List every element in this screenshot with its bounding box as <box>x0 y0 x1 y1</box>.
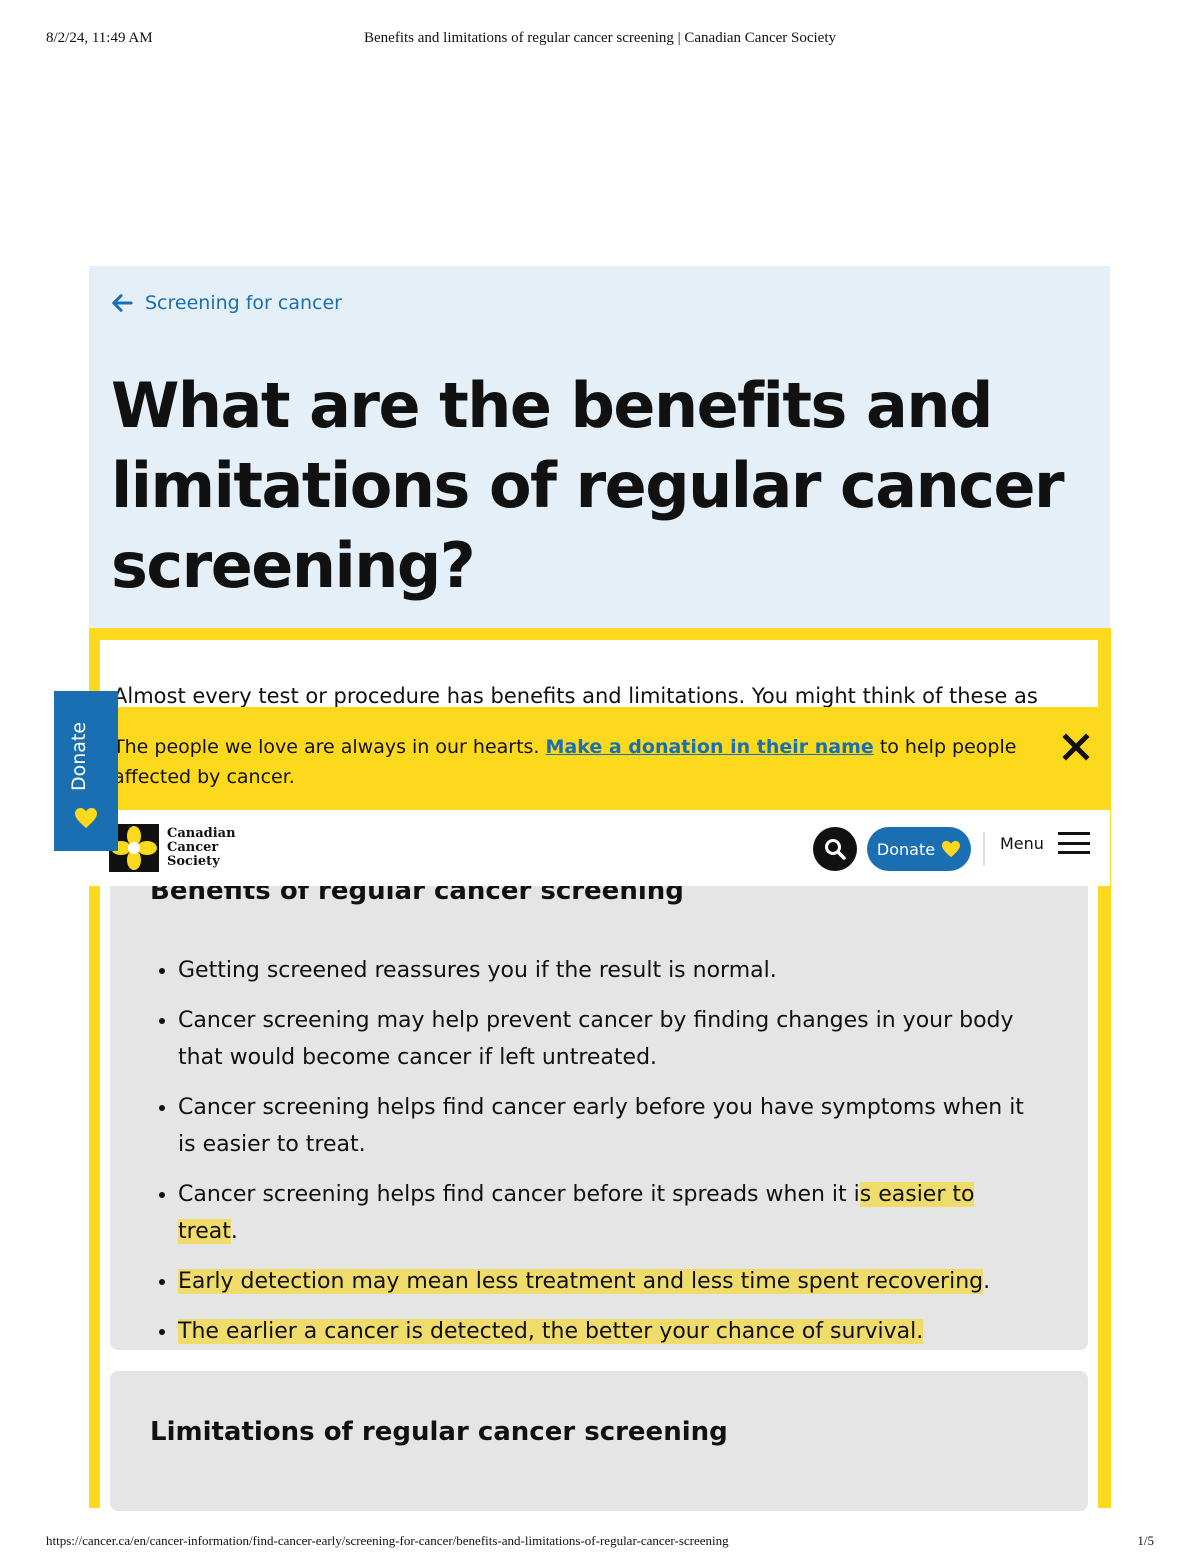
nav-divider <box>983 832 985 866</box>
benefits-list: Getting screened reassures you if the re… <box>150 952 1038 1363</box>
donate-button-label: Donate <box>876 839 936 859</box>
limitations-card: Limitations of regular cancer screening <box>110 1371 1088 1511</box>
list-item: Getting screened reassures you if the re… <box>178 952 1038 989</box>
arrow-left-icon <box>112 294 133 312</box>
print-url: https://cancer.ca/en/cancer-information/… <box>46 1533 729 1548</box>
site-logo[interactable]: Canadian Cancer Society <box>109 824 236 872</box>
side-donate-label: Donate <box>68 721 90 791</box>
logo-wordmark: Canadian Cancer Society <box>167 826 236 869</box>
list-item: Early detection may mean less treatment … <box>178 1263 1038 1300</box>
limitations-heading: Limitations of regular cancer screening <box>150 1417 728 1447</box>
search-icon <box>825 839 846 860</box>
hamburger-menu-icon <box>1057 832 1090 854</box>
hero-section: Screening for cancer What are the benefi… <box>89 266 1110 630</box>
menu-button[interactable]: Menu <box>1000 832 1090 854</box>
list-item: Cancer screening helps find cancer early… <box>178 1089 1038 1163</box>
heart-icon <box>942 840 961 858</box>
side-donate-tab[interactable]: Donate <box>54 691 118 851</box>
list-item: The earlier a cancer is detected, the be… <box>178 1313 1038 1350</box>
close-icon[interactable] <box>1062 733 1090 761</box>
list-item: Cancer screening helps find cancer befor… <box>178 1176 1038 1250</box>
page-title: What are the benefits and limitations of… <box>111 369 1065 602</box>
banner-text: The people we love are always in our hea… <box>113 736 1017 788</box>
benefits-card: Benefits of regular cancer screening Get… <box>110 860 1088 1350</box>
print-page-number: 1/5 <box>1137 1533 1154 1548</box>
donation-banner: The people we love are always in our hea… <box>89 707 1110 810</box>
site-navbar: Canadian Cancer Society Donate Menu <box>89 810 1110 886</box>
breadcrumb-screening-for-cancer[interactable]: Screening for cancer <box>111 292 342 314</box>
heart-icon <box>75 808 97 828</box>
donate-button[interactable]: Donate <box>867 827 971 871</box>
intro-paragraph: Almost every test or procedure has benef… <box>113 684 1038 708</box>
banner-donation-link[interactable]: Make a donation in their name <box>546 736 874 758</box>
list-item: Cancer screening may help prevent cancer… <box>178 1002 1038 1076</box>
print-page-title: Benefits and limitations of regular canc… <box>364 30 836 46</box>
menu-label: Menu <box>1000 833 1044 853</box>
search-button[interactable] <box>813 827 857 871</box>
breadcrumb-label: Screening for cancer <box>145 292 342 314</box>
